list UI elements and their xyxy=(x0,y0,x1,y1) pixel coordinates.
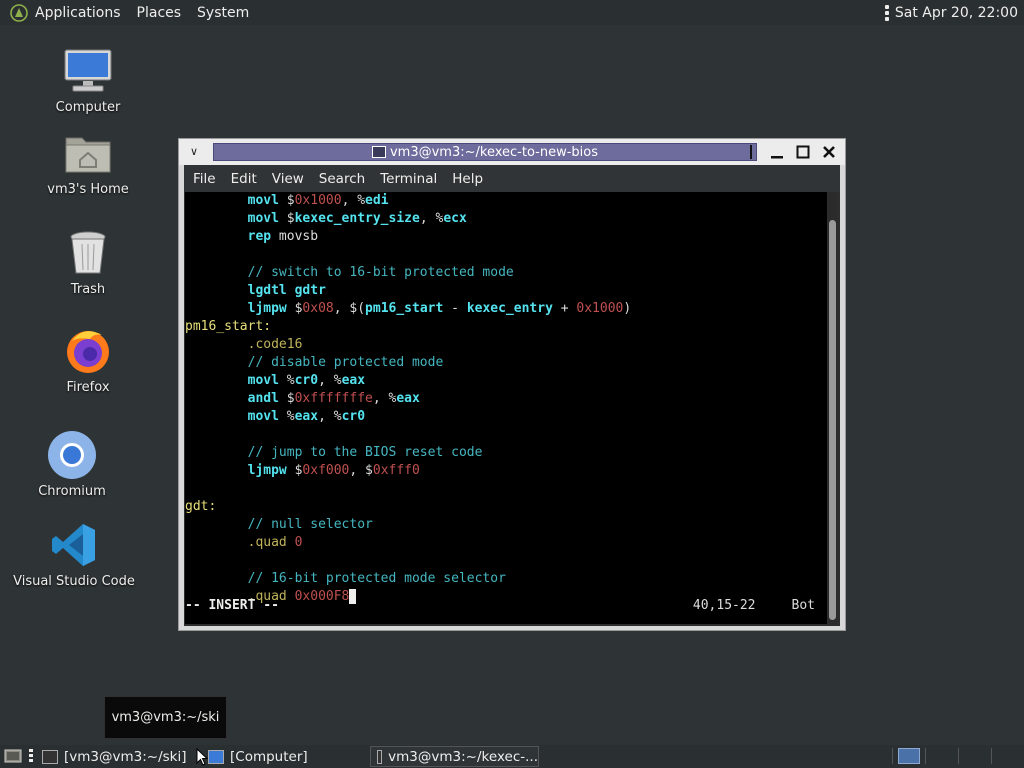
code-line: movl %cr0, %eax xyxy=(247,373,366,388)
code-line: ljmpw $0x08, $(pm16_start - kexec_entry … xyxy=(247,301,632,316)
terminal-frame: File Edit View Search Terminal Help movl… xyxy=(184,165,840,626)
pager-separator xyxy=(925,748,926,764)
code-line: andl $0xfffffffe, %eax xyxy=(247,391,420,406)
computer-icon xyxy=(208,749,224,764)
distro-logo-icon[interactable] xyxy=(10,3,28,22)
window-title-strip[interactable]: vm3@vm3:~/kexec-to-new-bios xyxy=(213,143,757,161)
terminal-content[interactable]: movl $0x1000, %edi movl $kexec_entry_siz… xyxy=(185,192,827,624)
code-lines: movl $0x1000, %edi movl $kexec_entry_siz… xyxy=(185,192,827,606)
desktop-icon-computer[interactable]: Computer xyxy=(23,46,153,115)
desktop-icon-label: Chromium xyxy=(38,484,106,499)
desktop-icon-label: Visual Studio Code xyxy=(13,574,135,589)
window-title: vm3@vm3:~/kexec-to-new-bios xyxy=(389,144,598,160)
code-line: movl $0x1000, %edi xyxy=(247,193,389,208)
code-line: lgdtl gdtr xyxy=(247,283,326,298)
code-line: // 16-bit protected mode selector xyxy=(247,571,506,586)
task-label: [vm3@vm3:~/ski] xyxy=(64,748,187,765)
applications-menu[interactable]: Applications xyxy=(35,5,121,21)
vim-ruler: 40,15-22 Bot xyxy=(693,597,815,615)
scrollbar-thumb[interactable] xyxy=(829,220,836,620)
firefox-icon xyxy=(63,326,113,376)
close-button[interactable] xyxy=(821,144,837,160)
terminal-menubar: File Edit View Search Terminal Help xyxy=(184,165,840,192)
task-label: [Computer] xyxy=(230,748,308,765)
panel-menu-icon[interactable] xyxy=(884,4,889,21)
desktop-icon-label: Trash xyxy=(70,282,106,297)
code-line: movl %eax, %cr0 xyxy=(247,409,366,424)
desktop-icon-trash[interactable]: Trash xyxy=(23,228,153,297)
window-titlebar[interactable]: ∨ vm3@vm3:~/kexec-to-new-bios xyxy=(179,139,845,165)
terminal-icon xyxy=(377,749,383,764)
code-line: .code16 xyxy=(247,337,303,352)
desktop-icon-chromium[interactable]: Chromium xyxy=(7,430,137,499)
taskbar-tooltip: vm3@vm3:~/ski xyxy=(104,696,227,739)
code-line: rep movsb xyxy=(247,229,319,244)
code-line: ljmpw $0xf000, $0xfff0 xyxy=(247,463,420,478)
workspace-1[interactable] xyxy=(898,748,920,764)
vscode-icon xyxy=(49,520,99,570)
maximize-button[interactable] xyxy=(795,144,811,160)
menu-search[interactable]: Search xyxy=(319,171,365,187)
minimize-button[interactable] xyxy=(769,144,785,160)
show-desktop-icon[interactable] xyxy=(4,748,22,764)
desktop-icon-label: Computer xyxy=(55,100,121,115)
clock[interactable]: Sat Apr 20, 22:00 xyxy=(895,5,1018,21)
desktop-icon-vscode[interactable]: Visual Studio Code xyxy=(9,520,139,589)
scroll-indicator: Bot xyxy=(791,598,815,613)
menu-file[interactable]: File xyxy=(193,171,216,187)
menu-view[interactable]: View xyxy=(272,171,304,187)
task-computer[interactable]: [Computer] xyxy=(202,746,367,767)
desktop-icon-label: Firefox xyxy=(66,380,110,395)
task-label: vm3@vm3:~/kexec-... xyxy=(388,748,538,765)
terminal-window[interactable]: ∨ vm3@vm3:~/kexec-to-new-bios File Edit … xyxy=(178,138,846,631)
trash-icon xyxy=(63,228,113,278)
home-folder-icon xyxy=(63,128,113,178)
code-line: // jump to the BIOS reset code xyxy=(247,445,483,460)
chromium-icon xyxy=(47,430,97,480)
computer-icon xyxy=(63,46,113,96)
code-line: pm16_start: xyxy=(185,319,272,334)
code-line: // switch to 16-bit protected mode xyxy=(247,265,514,280)
pager-separator xyxy=(892,748,893,764)
desktop-icon-label: vm3's Home xyxy=(47,182,129,197)
desktop-icon-firefox[interactable]: Firefox xyxy=(23,326,153,395)
system-menu[interactable]: System xyxy=(197,5,249,21)
code-line: // null selector xyxy=(247,517,373,532)
menu-help[interactable]: Help xyxy=(452,171,483,187)
code-line: movl $kexec_entry_size, %ecx xyxy=(247,211,467,226)
terminal-scrollbar[interactable] xyxy=(828,192,837,624)
panel-grip-icon[interactable] xyxy=(29,749,33,764)
pager-separator xyxy=(958,748,959,764)
code-line: gdt: xyxy=(185,499,217,514)
mouse-pointer-icon xyxy=(196,748,208,766)
window-menu-chevron-icon[interactable]: ∨ xyxy=(187,145,201,159)
sticky-grip-icon xyxy=(743,144,759,160)
top-panel: Applications Places System Sat Apr 20, 2… xyxy=(0,0,1024,25)
bottom-panel: [vm3@vm3:~/ski] [Computer] vm3@vm3:~/kex… xyxy=(0,745,1024,768)
places-menu[interactable]: Places xyxy=(137,5,182,21)
desktop-icon-home[interactable]: vm3's Home xyxy=(23,128,153,197)
cursor-position: 40,15-22 xyxy=(692,598,756,613)
task-kexec-terminal[interactable]: vm3@vm3:~/kexec-... xyxy=(370,746,539,767)
menu-terminal[interactable]: Terminal xyxy=(380,171,437,187)
pager-separator xyxy=(991,748,992,764)
menu-edit[interactable]: Edit xyxy=(231,171,257,187)
code-line: // disable protected mode xyxy=(247,355,444,370)
terminal-icon xyxy=(42,749,58,764)
terminal-icon xyxy=(371,146,386,158)
task-ski-terminal[interactable]: [vm3@vm3:~/ski] xyxy=(36,746,196,767)
code-line: .quad 0 xyxy=(247,535,303,550)
